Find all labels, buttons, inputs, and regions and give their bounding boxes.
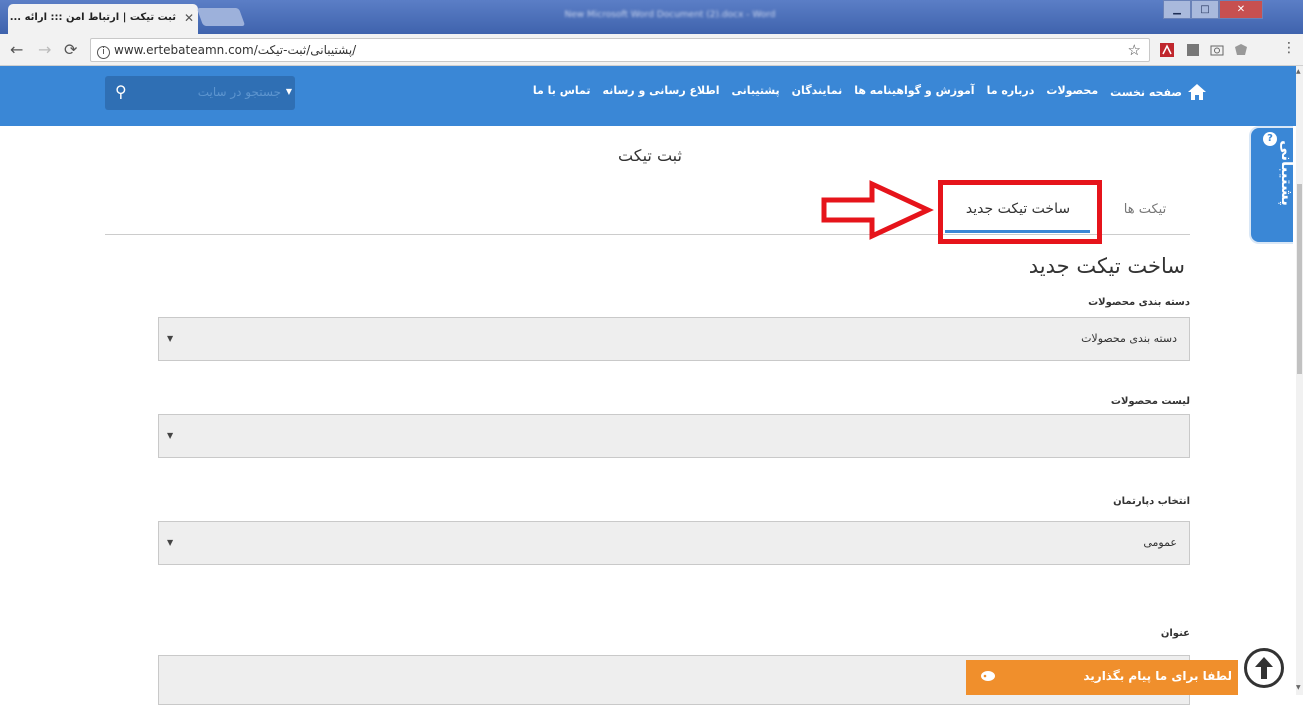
red-highlight-box — [938, 180, 1102, 244]
window-title: New Microsoft Word Document (2).docx - W… — [564, 10, 776, 20]
back-arrow-icon[interactable]: ← — [10, 40, 23, 59]
search-icon[interactable]: ⚲ — [115, 82, 127, 101]
category-selected-value: دسته بندی محصولات — [1081, 332, 1177, 345]
browser-menu-icon[interactable]: ⋮ — [1282, 40, 1296, 56]
browser-toolbar: ← → ⟳ i www.ertebateamn.com/پشتیبانی/ثبت-… — [0, 34, 1303, 66]
chat-widget[interactable]: لطفا برای ما پیام بگذارید — [966, 660, 1238, 695]
camera-icon[interactable] — [1210, 43, 1224, 57]
new-tab-button[interactable] — [196, 8, 246, 26]
nav-item-support[interactable]: پشتیبانی — [731, 84, 779, 100]
nav-item-home[interactable]: صفحه نخست — [1110, 84, 1206, 100]
chat-label: لطفا برای ما پیام بگذارید — [1083, 669, 1232, 683]
nav-item-contact[interactable]: تماس با ما — [533, 84, 591, 100]
nav-item-products[interactable]: محصولات — [1046, 84, 1098, 100]
dropdown-arrow-icon: ▼ — [167, 538, 174, 547]
nav-item-about[interactable]: درباره ما — [987, 84, 1035, 100]
reload-icon[interactable]: ⟳ — [64, 40, 77, 59]
department-select[interactable]: عمومی ▼ — [158, 521, 1190, 565]
form-heading: ساخت تیکت جدید — [1028, 254, 1185, 278]
nav-item-media[interactable]: اطلاع رسانی و رسانه — [603, 84, 720, 100]
products-select[interactable]: ▼ — [158, 414, 1190, 458]
maximize-button[interactable]: □ — [1191, 0, 1219, 19]
category-label: دسته بندی محصولات — [1088, 297, 1190, 308]
dropdown-arrow-icon: ▼ — [167, 334, 174, 343]
subject-label: عنوان — [1160, 628, 1190, 639]
bookmark-star-icon[interactable]: ☆ — [1128, 41, 1141, 59]
nav-item-training[interactable]: آموزش و گواهینامه ها — [854, 84, 974, 100]
support-side-tab[interactable]: ? پشتیبانی — [1249, 126, 1296, 244]
search-input[interactable]: جستجو در سایت — [198, 85, 281, 99]
info-icon[interactable]: i — [97, 46, 110, 59]
home-icon — [1188, 84, 1206, 100]
nav-item-agents[interactable]: نمایندگان — [792, 84, 843, 100]
site-search[interactable]: ⚲ جستجو در سایت ▼ — [105, 76, 295, 110]
red-arrow-annotation — [821, 180, 934, 240]
dropdown-arrow-icon: ▼ — [167, 431, 174, 440]
url-domain: www.ertebateamn.com — [114, 43, 254, 57]
scroll-down-icon[interactable]: ▼ — [1296, 684, 1301, 691]
chat-bubble-icon — [981, 671, 995, 681]
site-header: صفحه نخست محصولات درباره ما آموزش و گواه… — [0, 66, 1296, 126]
arrow-up-icon — [1255, 657, 1273, 679]
nav-home-label: صفحه نخست — [1110, 85, 1182, 99]
scrollbar-thumb[interactable] — [1297, 184, 1302, 374]
browser-tab-active[interactable]: ✕ ثبت تیکت | ارتباط امن ::: ارائه ... — [8, 4, 198, 34]
category-select[interactable]: دسته بندی محصولات ▼ — [158, 317, 1190, 361]
pdf-extension-icon[interactable] — [1160, 43, 1174, 57]
forward-arrow-icon[interactable]: → — [38, 40, 51, 59]
support-tab-label: پشتیبانی — [1277, 140, 1296, 206]
page-title: ثبت تیکت — [618, 146, 682, 165]
url-path: /پشتیبانی/ثبت-تیکت/ — [253, 43, 357, 57]
vpn-extension-icon[interactable] — [1234, 43, 1248, 57]
search-dropdown-icon[interactable]: ▼ — [286, 87, 292, 96]
window-controls: ▁ □ ✕ — [1163, 0, 1263, 20]
products-label: لیست محصولات — [1110, 396, 1190, 407]
address-bar[interactable]: i www.ertebateamn.com/پشتیبانی/ثبت-تیکت/ … — [90, 38, 1150, 62]
tab-title: ثبت تیکت | ارتباط امن ::: ارائه ... — [9, 12, 176, 23]
help-icon: ? — [1263, 132, 1277, 146]
extension-icon[interactable] — [1186, 43, 1200, 57]
main-menu: صفحه نخست محصولات درباره ما آموزش و گواه… — [533, 84, 1206, 100]
browser-titlebar: ✕ ثبت تیکت | ارتباط امن ::: ارائه ... Ne… — [0, 0, 1303, 34]
department-selected-value: عمومی — [1143, 536, 1177, 549]
department-label: انتخاب دپارتمان — [1113, 496, 1190, 507]
scroll-to-top-button[interactable] — [1244, 648, 1284, 688]
minimize-button[interactable]: ▁ — [1163, 0, 1191, 19]
tab-tickets[interactable]: تیکت ها — [1105, 202, 1185, 217]
close-window-button[interactable]: ✕ — [1219, 0, 1263, 19]
page-scrollbar[interactable]: ▲ ▼ — [1296, 66, 1303, 695]
scroll-up-icon[interactable]: ▲ — [1296, 68, 1301, 75]
tab-close-icon[interactable]: ✕ — [184, 11, 194, 25]
